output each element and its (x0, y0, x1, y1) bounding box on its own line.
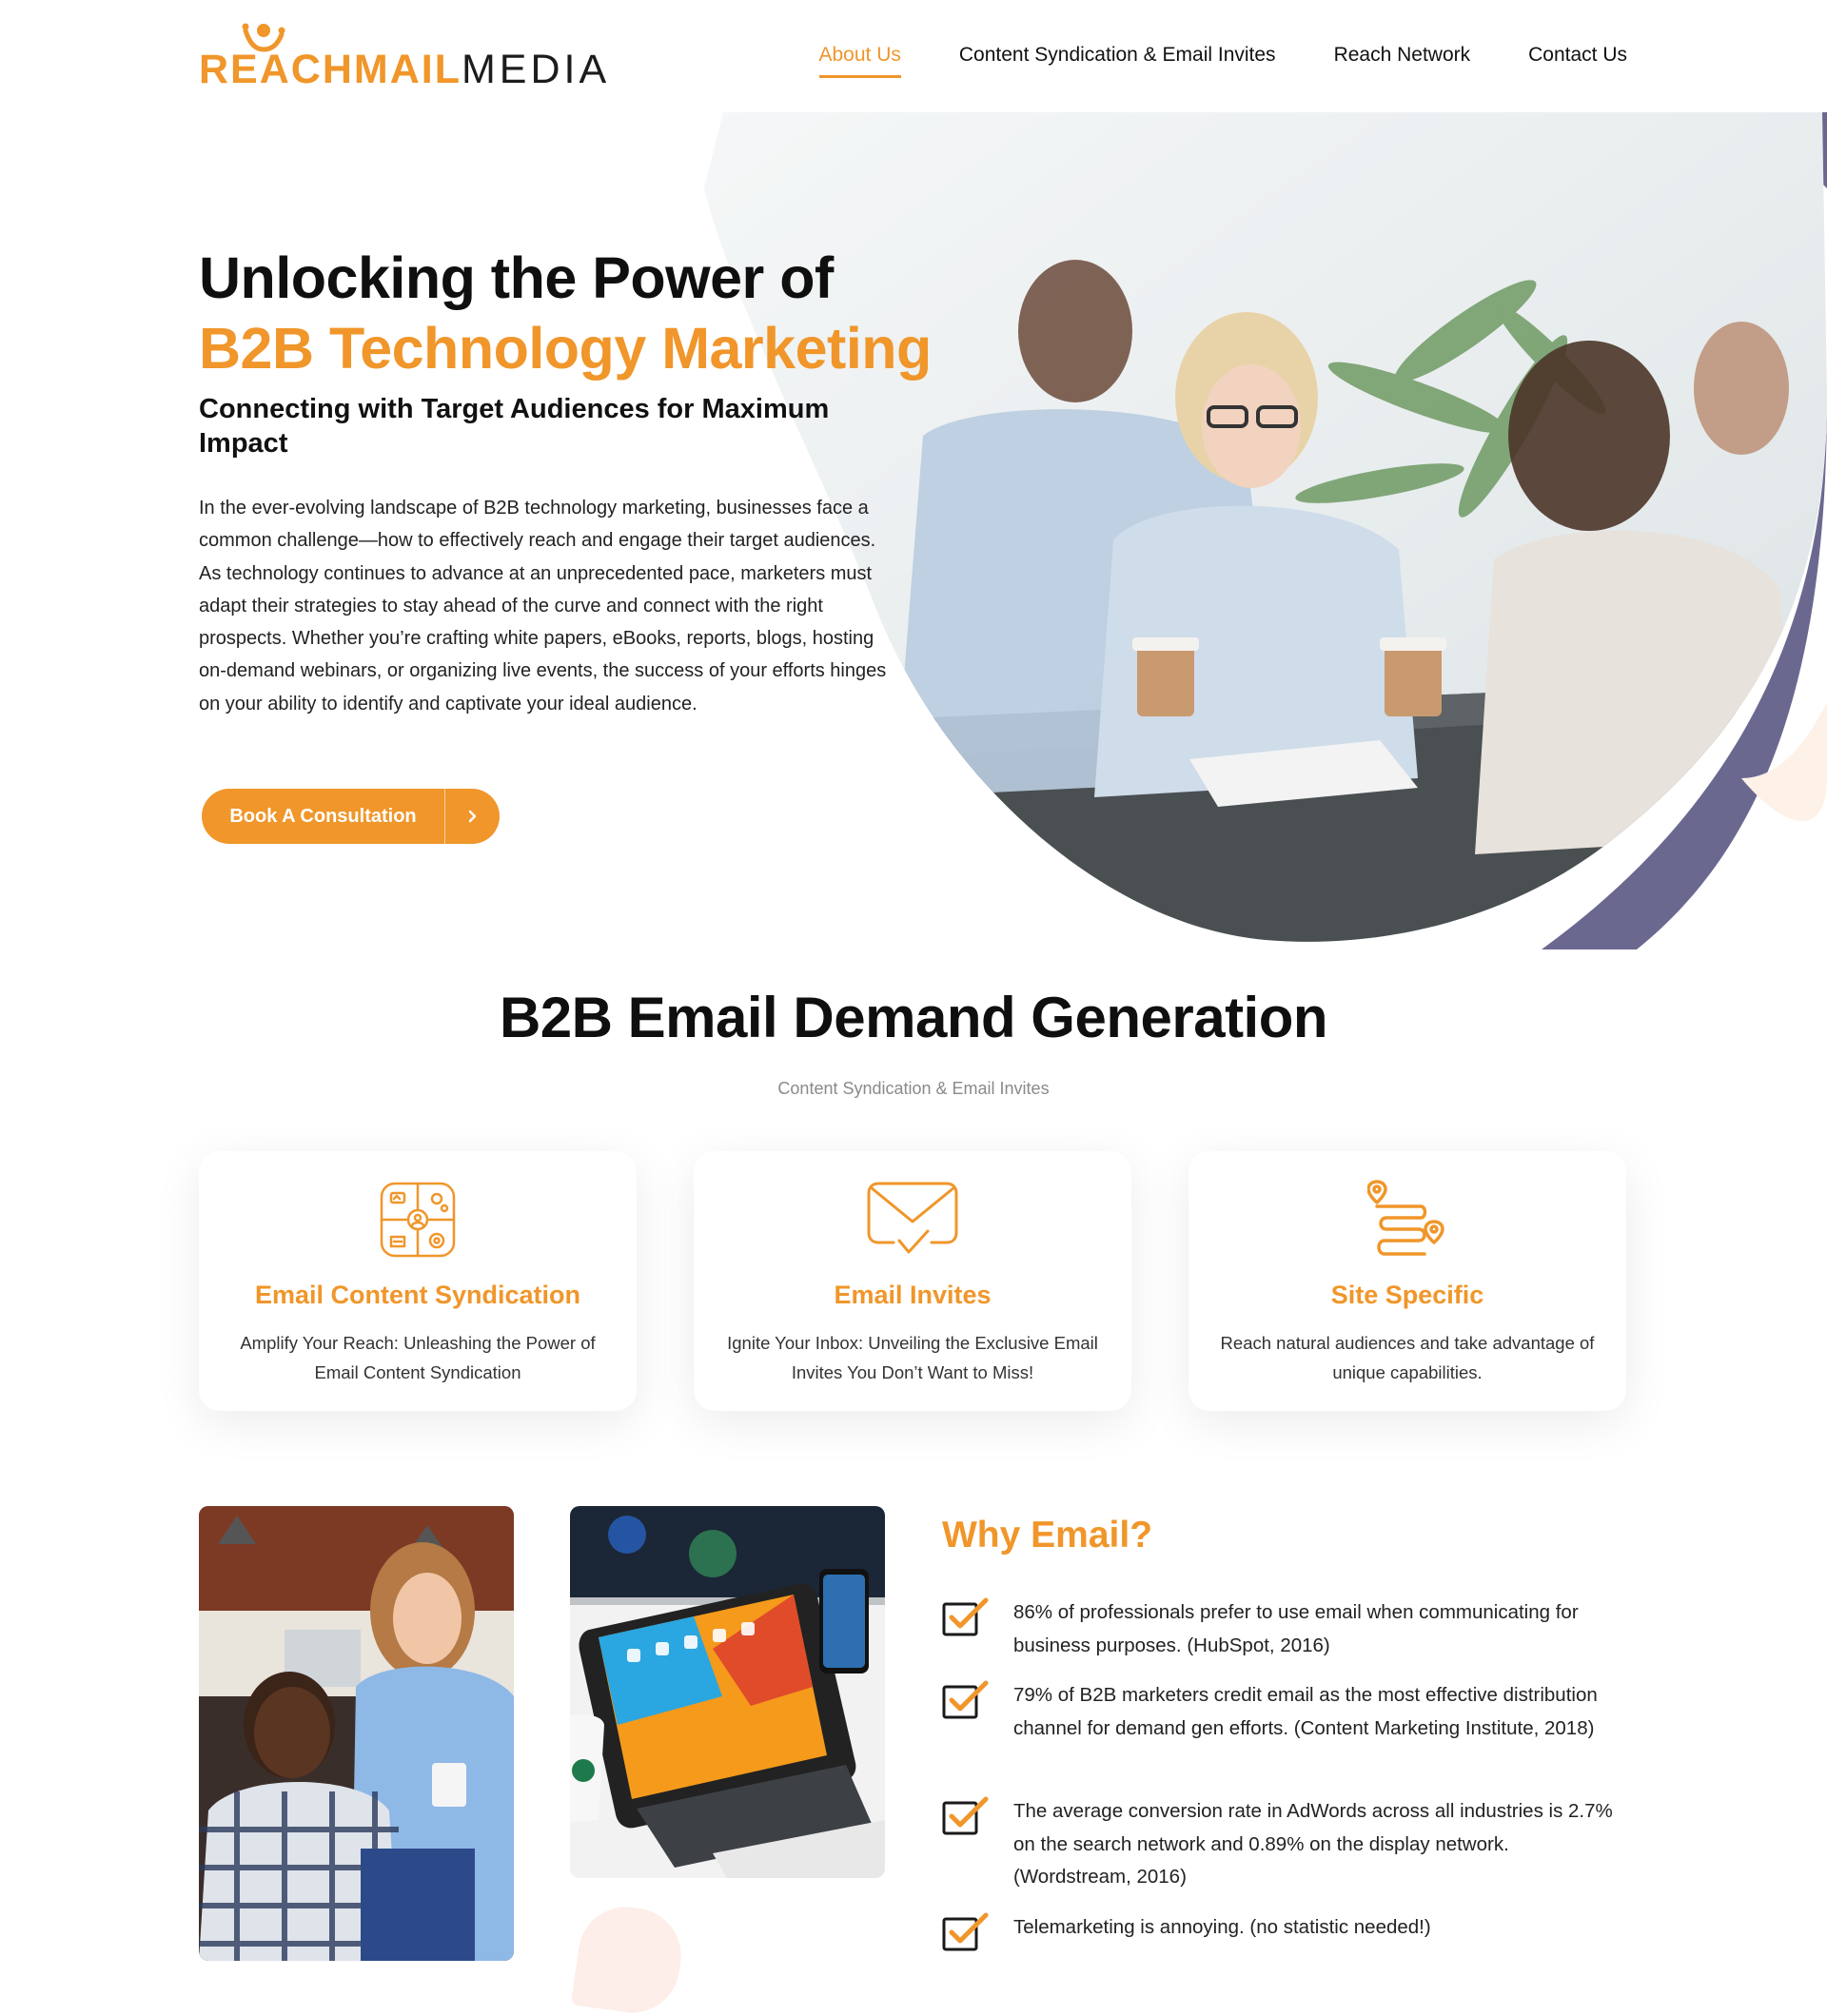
service-card-title: Email Invites (834, 1281, 992, 1309)
checkbox-check-icon (942, 1912, 989, 1951)
brand-logo[interactable]: REACHMAILMEDIA (199, 21, 606, 90)
service-card-content-syndication[interactable]: Email Content Syndication Amplify Your R… (199, 1151, 637, 1411)
decorative-blob (570, 1901, 688, 2016)
coworkers-photo (199, 1506, 514, 1961)
book-consultation-label: Book A Consultation (229, 805, 417, 827)
service-card-email-invites[interactable]: Email Invites Ignite Your Inbox: Unveili… (694, 1151, 1131, 1411)
why-email-text: The average conversion rate in AdWords a… (1013, 1800, 1613, 1888)
demand-section-subtitle: Content Syndication & Email Invites (777, 1079, 1050, 1098)
envelope-check-icon (694, 1180, 1131, 1260)
service-card-text: Amplify Your Reach: Unleashing the Power… (240, 1333, 596, 1382)
checkbox-check-icon (942, 1796, 989, 1835)
chevron-right-icon (445, 810, 500, 823)
service-card-title: Email Content Syndication (254, 1281, 581, 1309)
hero-title-line1: Unlocking the Power of (199, 245, 834, 310)
service-card-text: Reach natural audiences and take advanta… (1220, 1333, 1595, 1382)
brand-wordmark: REACHMAILMEDIA (199, 47, 611, 92)
demand-section-title: B2B Email Demand Generation (499, 986, 1328, 1049)
nav-contact-us[interactable]: Contact Us (1528, 44, 1627, 78)
site-header: REACHMAILMEDIA About Us Content Syndicat… (0, 0, 1827, 112)
why-email-title: Why Email? (942, 1515, 1153, 1556)
hero-title-line2: B2B Technology Marketing (199, 316, 932, 381)
service-card-title: Site Specific (1330, 1281, 1484, 1309)
checkbox-check-icon (942, 1597, 989, 1636)
why-email-text: Telemarketing is annoying. (no statistic… (1013, 1916, 1431, 1938)
checkbox-check-icon (942, 1680, 989, 1719)
main-nav: About Us Content Syndication & Email Inv… (818, 44, 1627, 78)
why-email-text: 79% of B2B marketers credit email as the… (1013, 1684, 1598, 1739)
book-consultation-button[interactable]: Book A Consultation (202, 789, 500, 844)
service-card-site-specific[interactable]: Site Specific Reach natural audiences an… (1189, 1151, 1626, 1411)
puzzle-network-icon (199, 1180, 637, 1260)
nav-reach-network[interactable]: Reach Network (1334, 44, 1471, 78)
hero-body-text: In the ever-evolving landscape of B2B te… (199, 498, 887, 714)
service-card-text: Ignite Your Inbox: Unveiling the Exclusi… (727, 1333, 1098, 1382)
tablet-workspace-photo (570, 1506, 885, 1878)
hero-title: Unlocking the Power of B2B Technology Ma… (199, 243, 932, 383)
nav-content-syndication[interactable]: Content Syndication & Email Invites (959, 44, 1276, 78)
route-pin-icon (1189, 1180, 1626, 1260)
why-email-text: 86% of professionals prefer to use email… (1013, 1601, 1579, 1656)
nav-about-us[interactable]: About Us (818, 44, 902, 78)
hero-subtitle: Connecting with Target Audiences for Max… (199, 394, 830, 459)
